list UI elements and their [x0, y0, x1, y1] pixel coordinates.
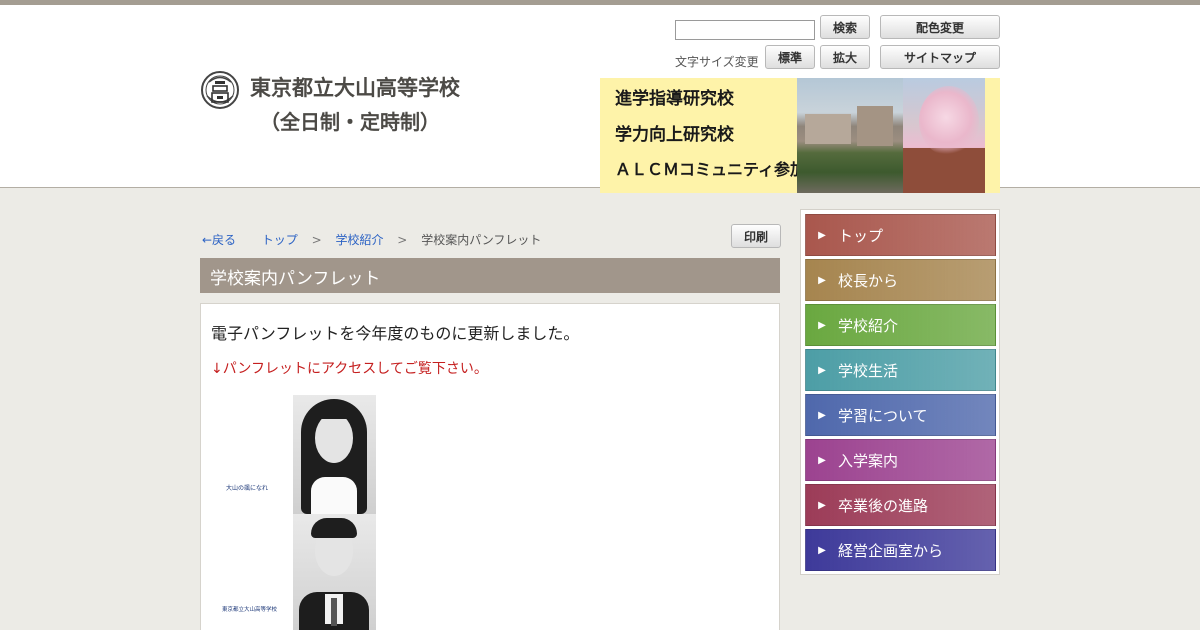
- nav-item-school-intro[interactable]: ▶ 学校紹介: [805, 304, 996, 346]
- nav-item-admission[interactable]: ▶ 入学案内: [805, 439, 996, 481]
- sidebar-nav: ▶ トップ ▶ 校長から ▶ 学校紹介 ▶ 学校生活 ▶ 学習について ▶ 入学…: [800, 209, 1000, 575]
- banner-line-3: ＡＬＣＭコミュニティ参加校: [615, 160, 823, 179]
- nav-item-label: トップ: [838, 226, 884, 245]
- blossom-tree-shape: [919, 86, 979, 156]
- header-banner: 進学指導研究校 学力向上研究校 ＡＬＣＭコミュニティ参加校: [600, 78, 1000, 193]
- site-header: 東京都立大山高等学校 （全日制・定時制） 検索 配色変更 文字サイズ変更 標準 …: [0, 5, 1200, 193]
- building-shape: [805, 114, 851, 144]
- nav-item-principal[interactable]: ▶ 校長から: [805, 259, 996, 301]
- site-logo[interactable]: 東京都立大山高等学校 （全日制・定時制）: [200, 70, 490, 140]
- school-building-photo: [797, 78, 903, 193]
- font-standard-button[interactable]: 標準: [765, 45, 815, 69]
- nav-item-management[interactable]: ▶ 経営企画室から: [805, 529, 996, 571]
- font-large-button[interactable]: 拡大: [820, 45, 870, 69]
- triangle-right-icon: ▶: [818, 364, 826, 376]
- font-size-label: 文字サイズ変更: [675, 55, 759, 69]
- triangle-right-icon: ▶: [818, 319, 826, 331]
- cherry-blossom-photo: [903, 78, 985, 193]
- nav-item-label: 学校紹介: [838, 316, 899, 335]
- nav-item-label: 入学案内: [838, 451, 899, 470]
- nav-item-label: 卒業後の進路: [838, 496, 929, 515]
- nav-item-school-life[interactable]: ▶ 学校生活: [805, 349, 996, 391]
- nav-item-label: 学校生活: [838, 361, 899, 380]
- breadcrumb-separator: >: [311, 233, 322, 247]
- pamphlet-school-name: 東京都立大山高等学校: [222, 607, 278, 613]
- school-crest-icon: [201, 71, 239, 109]
- nav-item-top[interactable]: ▶ トップ: [805, 214, 996, 256]
- breadcrumb-separator: >: [397, 233, 408, 247]
- school-subtitle: （全日制・定時制）: [260, 110, 440, 134]
- triangle-right-icon: ▶: [818, 499, 826, 511]
- color-change-button[interactable]: 配色変更: [880, 15, 1000, 39]
- student-photo-female: [293, 395, 376, 514]
- main-content: 電子パンフレットを今年度のものに更新しました。 ↓パンフレットにアクセスしてご覧…: [200, 303, 780, 630]
- pamphlet-access-link[interactable]: ↓パンフレットにアクセスしてご覧下さい。: [211, 358, 488, 378]
- nav-item-career[interactable]: ▶ 卒業後の進路: [805, 484, 996, 526]
- search-button[interactable]: 検索: [820, 15, 870, 39]
- nav-item-label: 校長から: [838, 271, 899, 290]
- banner-line-2: 学力向上研究校: [615, 125, 734, 145]
- triangle-right-icon: ▶: [818, 544, 826, 556]
- triangle-right-icon: ▶: [818, 274, 826, 286]
- back-link[interactable]: ←戻る: [202, 233, 236, 247]
- triangle-right-icon: ▶: [818, 454, 826, 466]
- triangle-right-icon: ▶: [818, 409, 826, 421]
- nav-item-label: 学習について: [838, 406, 928, 425]
- breadcrumb-top-link[interactable]: トップ: [262, 233, 298, 247]
- nav-item-learning[interactable]: ▶ 学習について: [805, 394, 996, 436]
- page-title: 学校案内パンフレット: [200, 258, 780, 293]
- tower-shape: [857, 106, 893, 146]
- breadcrumb-current: 学校案内パンフレット: [421, 233, 542, 247]
- pamphlet-cover-image[interactable]: 大山の颯になれ 東京都立大山高等学校: [216, 395, 376, 630]
- pamphlet-caption: 大山の颯になれ: [226, 485, 269, 492]
- breadcrumb: ←戻る トップ > 学校紹介 > 学校案内パンフレット: [202, 231, 541, 248]
- update-message: 電子パンフレットを今年度のものに更新しました。: [211, 324, 580, 343]
- breadcrumb-intro-link[interactable]: 学校紹介: [335, 233, 383, 247]
- sitemap-button[interactable]: サイトマップ: [880, 45, 1000, 69]
- print-button[interactable]: 印刷: [731, 224, 781, 248]
- school-name: 東京都立大山高等学校: [250, 76, 460, 100]
- banner-line-1: 進学指導研究校: [615, 89, 734, 109]
- triangle-right-icon: ▶: [818, 229, 826, 241]
- search-input[interactable]: [675, 20, 815, 40]
- student-photo-male: [293, 514, 376, 630]
- nav-item-label: 経営企画室から: [838, 541, 944, 560]
